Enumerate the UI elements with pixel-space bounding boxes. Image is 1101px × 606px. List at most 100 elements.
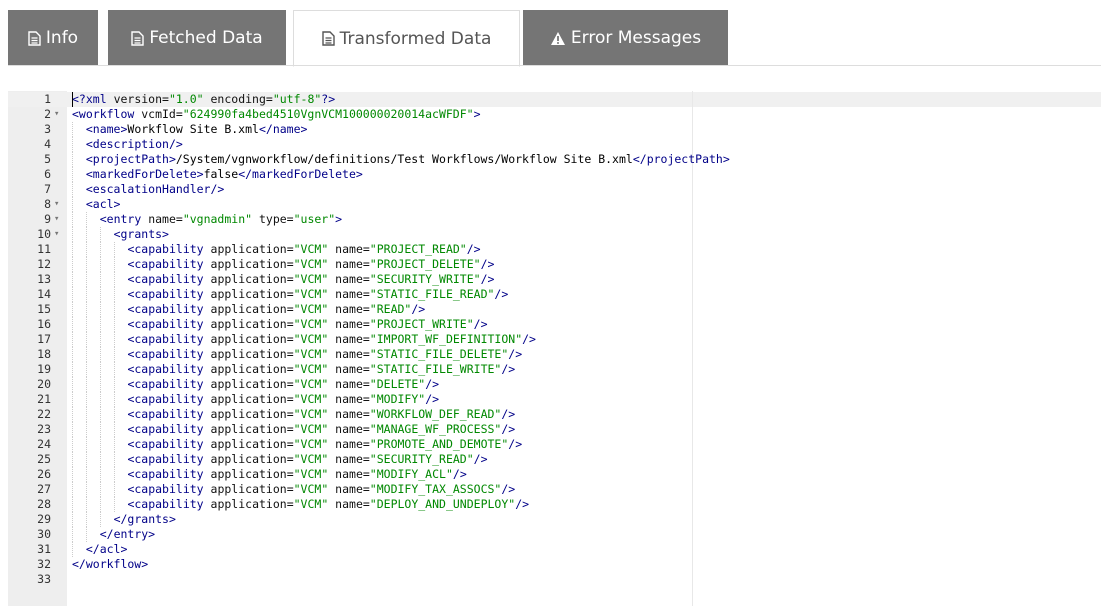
indent-guide [85,302,88,317]
code-line[interactable]: 5 <projectPath>/System/vgnworkflow/defini… [8,152,1101,167]
code-line[interactable]: 8 ▾ <acl> [8,197,1101,212]
code-token: application= [203,467,294,481]
indent-guide [85,257,88,272]
code-token: "MODIFY" [369,392,426,406]
line-code: <capability application="VCM" name="IMPO… [127,332,536,347]
fold-toggle-icon[interactable]: ▾ [54,197,64,212]
code-token: name= [328,302,370,316]
tab-error-messages[interactable]: Error Messages [523,10,728,66]
fold-toggle-icon[interactable]: ▾ [54,227,64,242]
indent-guide [99,392,102,407]
code-token: application= [203,392,294,406]
code-line[interactable]: 2 ▾ <workflow vcmId="624990fa4bed4510VgnVC… [8,107,1101,122]
indent-guide [85,212,88,227]
code-line[interactable]: 25 <capability application="VCM" name="SE… [8,452,1101,467]
code-line[interactable]: 27 <capability application="VCM" name="MO… [8,482,1101,497]
code-line[interactable]: 33 [8,572,1101,587]
code-line[interactable]: 30 </entry> [8,527,1101,542]
code-token: name= [328,257,370,271]
code-token: <capability [127,452,204,466]
code-token: "MANAGE_WF_PROCESS" [369,422,502,436]
code-editor[interactable]: 1 <?xml version="1.0" encoding="utf-8"?> 2… [8,91,1101,606]
code-line[interactable]: 23 <capability application="VCM" name="MA… [8,422,1101,437]
indent-guide [99,302,102,317]
code-line[interactable]: 28 <capability application="VCM" name="DE… [8,497,1101,512]
code-token: <capability [127,377,204,391]
line-code: <projectPath>/System/vgnworkflow/definit… [86,152,730,167]
code-token: <capability [127,497,204,511]
indent-guide [72,332,74,347]
code-line[interactable]: 20 <capability application="VCM" name="DE… [8,377,1101,392]
code-line[interactable]: 19 <capability application="VCM" name="ST… [8,362,1101,377]
code-token: xml [85,92,107,106]
line-number: 1 [44,92,51,106]
indent-guide [85,287,88,302]
code-line[interactable]: 9 ▾ <entry name="vgnadmin" type="user"> [8,212,1101,227]
code-token: name= [141,212,183,226]
code-token: /> [473,317,488,331]
tab-info[interactable]: Info [8,10,98,66]
indent-guide [99,242,102,257]
code-line[interactable]: 7 <escalationHandler/> [8,182,1101,197]
indent-guide [72,257,74,272]
code-line[interactable]: 21 <capability application="VCM" name="MO… [8,392,1101,407]
code-token: "VCM" [293,422,329,436]
indent-guide [72,377,74,392]
indent-guide [72,287,74,302]
code-line[interactable]: 10 ▾ <grants> [8,227,1101,242]
code-token: /> [494,287,509,301]
tab-label: Error Messages [570,28,702,48]
line-code: <acl> [86,197,121,212]
indent-guide [85,332,88,347]
line-number: 22 [37,407,51,421]
indent-guide [85,422,88,437]
indent-guide [99,467,102,482]
line-code: <capability application="VCM" name="DEPL… [127,497,529,512]
line-code: <capability application="VCM" name="READ… [127,302,425,317]
tab-transformed-data[interactable]: Transformed Data [293,10,520,67]
indent-guide [85,467,88,482]
code-token: <description/> [85,137,183,151]
line-number: 11 [37,242,51,256]
indent-guide [113,377,116,392]
code-token: "STATIC_FILE_DELETE" [369,347,509,361]
code-line[interactable]: 17 <capability application="VCM" name="IM… [8,332,1101,347]
code-line[interactable]: 13 <capability application="VCM" name="SE… [8,272,1101,287]
code-line[interactable]: 16 <capability application="VCM" name="PR… [8,317,1101,332]
indent-guide [85,227,88,242]
code-line[interactable]: 26 <capability application="VCM" name="MO… [8,467,1101,482]
code-token: application= [203,272,294,286]
code-line[interactable]: 15 <capability application="VCM" name="RE… [8,302,1101,317]
code-line[interactable]: 29 </grants> [8,512,1101,527]
code-line[interactable]: 14 <capability application="VCM" name="ST… [8,287,1101,302]
tab-fetched-data[interactable]: Fetched Data [108,10,286,66]
code-token: <capability [127,467,204,481]
code-line[interactable]: 24 <capability application="VCM" name="PR… [8,437,1101,452]
code-line[interactable]: 12 <capability application="VCM" name="PR… [8,257,1101,272]
code-token: /> [501,422,516,436]
fold-toggle-icon[interactable]: ▾ [54,212,64,227]
code-token: > [473,107,481,121]
code-token: <capability [127,482,204,496]
line-number: 4 [44,137,51,151]
code-token: </entry> [99,527,156,541]
code-token: /> [501,362,516,376]
code-line[interactable]: 32 </workflow> [8,557,1101,572]
code-line[interactable]: 6 <markedForDelete>false</markedForDelete… [8,167,1101,182]
code-line[interactable]: 22 <capability application="VCM" name="WO… [8,407,1101,422]
code-token: <capability [127,392,204,406]
code-line[interactable]: 31 </acl> [8,542,1101,557]
code-token: "IMPORT_WF_DEFINITION" [369,332,523,346]
code-token: "WORKFLOW_DEF_READ" [369,407,502,421]
indent-guide [72,527,74,542]
fold-toggle-icon[interactable]: ▾ [54,107,64,122]
code-line[interactable]: 18 <capability application="VCM" name="ST… [8,347,1101,362]
warning-triangle-icon [550,31,566,46]
code-line[interactable]: 11 <capability application="VCM" name="PR… [8,242,1101,257]
code-line[interactable]: 1 <?xml version="1.0" encoding="utf-8"?> [8,92,1101,107]
code-line[interactable]: 4 <description/> [8,137,1101,152]
line-number: 18 [37,347,51,361]
code-token: version= [106,92,169,106]
code-line[interactable]: 3 <name>Workflow Site B.xml</name> [8,122,1101,137]
line-code: <description/> [86,137,183,152]
